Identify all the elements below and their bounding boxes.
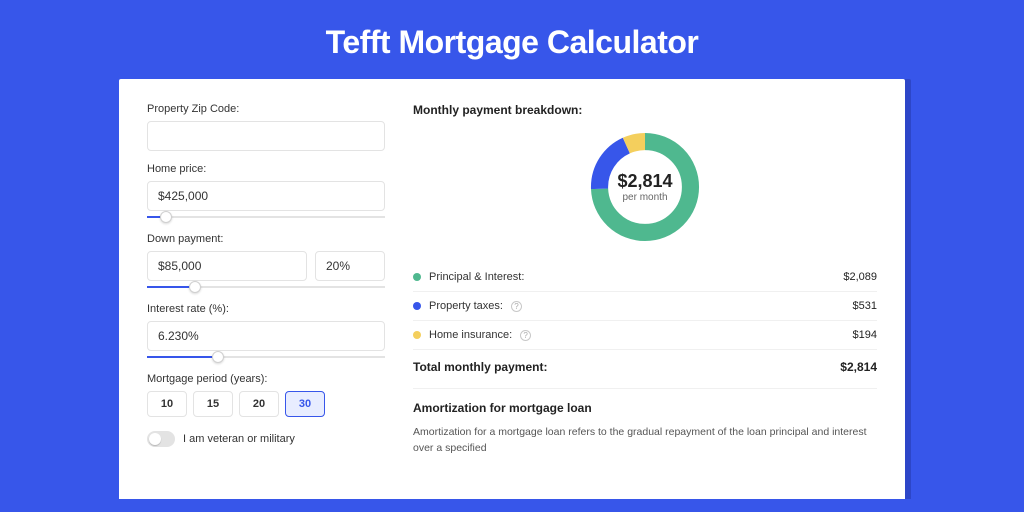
down-label: Down payment: xyxy=(147,233,385,245)
legend-dot-icon xyxy=(413,273,421,281)
donut-center: $2,814 per month xyxy=(585,127,705,247)
down-slider-thumb[interactable] xyxy=(189,281,201,293)
legend-dot-icon xyxy=(413,302,421,310)
period-label: Mortgage period (years): xyxy=(147,373,385,385)
rate-label: Interest rate (%): xyxy=(147,303,385,315)
results-panel: Monthly payment breakdown: $2,814 per mo… xyxy=(413,103,877,499)
zip-input[interactable] xyxy=(147,121,385,151)
breakdown-title: Monthly payment breakdown: xyxy=(413,103,877,117)
period-option-30[interactable]: 30 xyxy=(285,391,325,417)
donut-chart: $2,814 per month xyxy=(585,127,705,247)
info-icon[interactable]: ? xyxy=(520,330,531,341)
down-slider[interactable] xyxy=(147,283,385,291)
veteran-row: I am veteran or military xyxy=(147,431,385,447)
period-field: Mortgage period (years): 10152030 xyxy=(147,373,385,417)
info-icon[interactable]: ? xyxy=(511,301,522,312)
down-amount-input[interactable] xyxy=(147,251,307,281)
legend-row: Home insurance:? $194 xyxy=(413,321,877,350)
calculator-card: Property Zip Code: Home price: Down paym… xyxy=(119,79,905,499)
legend-row: Principal & Interest: $2,089 xyxy=(413,263,877,292)
veteran-label: I am veteran or military xyxy=(183,433,295,445)
rate-slider-thumb[interactable] xyxy=(212,351,224,363)
legend-label: Property taxes: xyxy=(429,300,503,312)
down-slider-fill xyxy=(147,286,195,288)
rate-field: Interest rate (%): xyxy=(147,303,385,361)
down-pct-input[interactable] xyxy=(315,251,385,281)
zip-field: Property Zip Code: xyxy=(147,103,385,151)
amort-text: Amortization for a mortgage loan refers … xyxy=(413,425,877,457)
period-option-20[interactable]: 20 xyxy=(239,391,279,417)
total-value: $2,814 xyxy=(840,360,877,374)
period-option-15[interactable]: 15 xyxy=(193,391,233,417)
donut-sub: per month xyxy=(622,192,667,203)
period-options: 10152030 xyxy=(147,391,385,417)
legend-dot-icon xyxy=(413,331,421,339)
total-row: Total monthly payment: $2,814 xyxy=(413,350,877,388)
price-field: Home price: xyxy=(147,163,385,221)
legend-value: $531 xyxy=(853,300,877,312)
rate-input[interactable] xyxy=(147,321,385,351)
price-label: Home price: xyxy=(147,163,385,175)
legend-value: $194 xyxy=(853,329,877,341)
price-input[interactable] xyxy=(147,181,385,211)
price-slider[interactable] xyxy=(147,213,385,221)
legend-row: Property taxes:? $531 xyxy=(413,292,877,321)
legend: Principal & Interest: $2,089 Property taxe… xyxy=(413,263,877,350)
legend-value: $2,089 xyxy=(843,271,877,283)
veteran-toggle[interactable] xyxy=(147,431,175,447)
legend-label: Home insurance: xyxy=(429,329,512,341)
donut-value: $2,814 xyxy=(617,171,672,192)
amort-title: Amortization for mortgage loan xyxy=(413,388,877,415)
legend-label: Principal & Interest: xyxy=(429,271,524,283)
rate-slider[interactable] xyxy=(147,353,385,361)
toggle-knob xyxy=(149,433,161,445)
down-field: Down payment: xyxy=(147,233,385,291)
rate-slider-fill xyxy=(147,356,218,358)
period-option-10[interactable]: 10 xyxy=(147,391,187,417)
zip-label: Property Zip Code: xyxy=(147,103,385,115)
page-title: Tefft Mortgage Calculator xyxy=(0,0,1024,79)
form-panel: Property Zip Code: Home price: Down paym… xyxy=(147,103,385,499)
total-label: Total monthly payment: xyxy=(413,360,547,374)
price-slider-thumb[interactable] xyxy=(160,211,172,223)
donut-chart-wrap: $2,814 per month xyxy=(413,127,877,247)
